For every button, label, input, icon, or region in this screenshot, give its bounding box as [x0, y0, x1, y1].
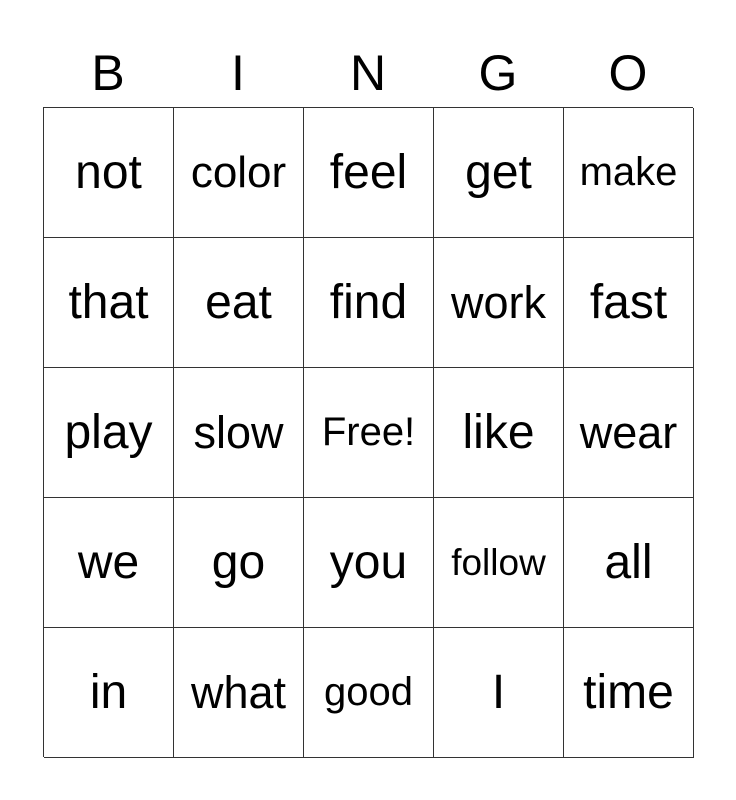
bingo-cell[interactable]: feel: [304, 108, 434, 238]
bingo-cell[interactable]: play: [44, 368, 174, 498]
header-letter: B: [91, 45, 125, 101]
bingo-card-grid: not color feel get make that eat find wo…: [43, 107, 694, 758]
bingo-header: B I N G O: [43, 40, 693, 107]
header-letter: O: [608, 45, 648, 101]
header-letter: N: [349, 45, 387, 101]
bingo-cell[interactable]: in: [44, 628, 174, 758]
bingo-cell[interactable]: wear: [564, 368, 694, 498]
bingo-cell[interactable]: you: [304, 498, 434, 628]
bingo-cell[interactable]: slow: [174, 368, 304, 498]
bingo-cell[interactable]: that: [44, 238, 174, 368]
free-space-cell[interactable]: Free!: [304, 368, 434, 498]
header-letter: G: [478, 45, 518, 101]
bingo-cell[interactable]: get: [434, 108, 564, 238]
bingo-cell[interactable]: we: [44, 498, 174, 628]
bingo-cell[interactable]: what: [174, 628, 304, 758]
bingo-cell[interactable]: like: [434, 368, 564, 498]
bingo-cell[interactable]: work: [434, 238, 564, 368]
bingo-cell[interactable]: find: [304, 238, 434, 368]
bingo-cell[interactable]: all: [564, 498, 694, 628]
bingo-cell[interactable]: make: [564, 108, 694, 238]
bingo-cell[interactable]: go: [174, 498, 304, 628]
header-letter: I: [231, 45, 245, 101]
bingo-cell[interactable]: good: [304, 628, 434, 758]
bingo-cell[interactable]: follow: [434, 498, 564, 628]
bingo-cell[interactable]: eat: [174, 238, 304, 368]
bingo-cell[interactable]: fast: [564, 238, 694, 368]
bingo-cell[interactable]: not: [44, 108, 174, 238]
bingo-cell[interactable]: I: [434, 628, 564, 758]
bingo-cell[interactable]: color: [174, 108, 304, 238]
bingo-cell[interactable]: time: [564, 628, 694, 758]
